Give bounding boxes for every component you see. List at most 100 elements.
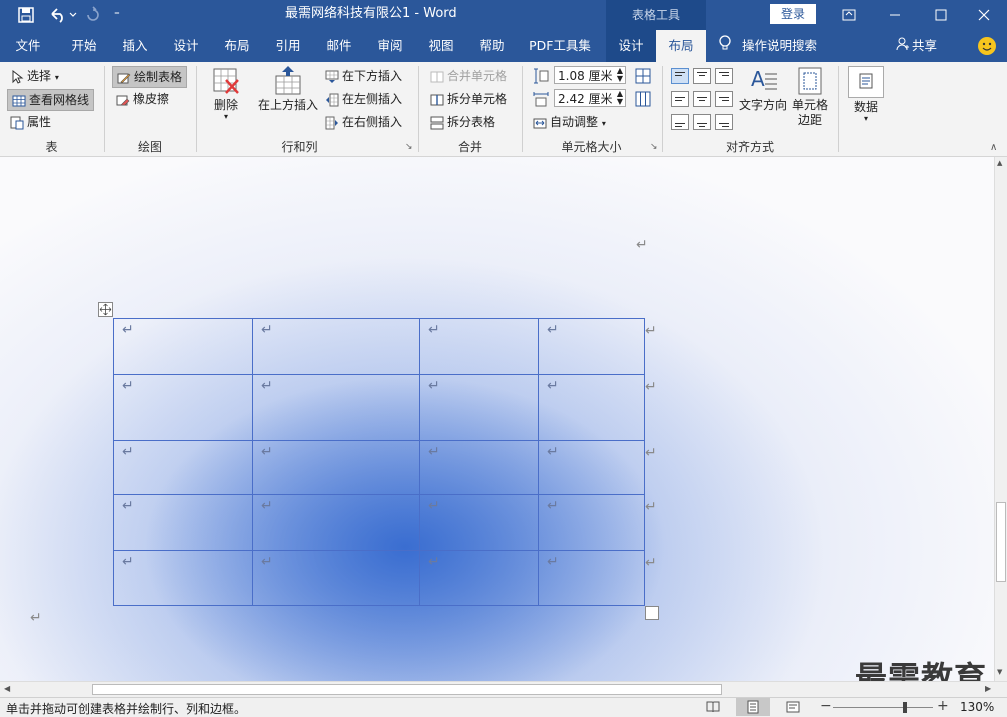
table-cell[interactable]: ↵ bbox=[538, 440, 645, 495]
table-cell[interactable]: ↵ bbox=[538, 374, 645, 441]
table-move-handle-icon[interactable] bbox=[98, 302, 113, 317]
dialog-launcher-icon[interactable]: ↘ bbox=[405, 142, 413, 152]
tab-insert[interactable]: 插入 bbox=[113, 30, 157, 62]
view-gridlines-button[interactable]: 查看网格线 bbox=[7, 89, 95, 111]
tab-file[interactable]: 文件 bbox=[6, 30, 50, 62]
distribute-columns-icon[interactable] bbox=[635, 91, 651, 110]
customize-qat-icon[interactable]: ⁼ bbox=[114, 6, 128, 24]
table-cell[interactable]: ↵ bbox=[252, 318, 420, 375]
column-width-input[interactable]: 2.42 厘米 ▲ ▼ bbox=[554, 89, 626, 107]
align-top-left-button[interactable] bbox=[671, 68, 689, 84]
distribute-rows-icon[interactable] bbox=[635, 68, 651, 87]
text-direction-button[interactable]: A 文字方向 bbox=[736, 66, 790, 113]
tab-table-layout[interactable]: 布局 bbox=[656, 30, 706, 62]
table-cell[interactable]: ↵ bbox=[113, 374, 253, 441]
spin-arrows-icon[interactable]: ▲ ▼ bbox=[617, 90, 623, 106]
horizontal-scrollbar[interactable]: ◀ ▶ bbox=[0, 681, 1007, 697]
table-cell[interactable]: ↵ bbox=[113, 494, 253, 551]
tab-help[interactable]: 帮助 bbox=[470, 30, 514, 62]
document-canvas[interactable]: ↵ ↵ ↵ ↵ ↵ ↵ ↵ ↵ ↵ ↵ ↵ ↵ ↵ ↵ ↵ ↵ ↵ ↵ ↵ ↵ … bbox=[0, 157, 994, 681]
table-cell[interactable]: ↵ bbox=[252, 494, 420, 551]
align-middle-center-button[interactable] bbox=[693, 91, 711, 107]
tell-me-search[interactable]: 操作说明搜索 bbox=[718, 30, 817, 62]
align-middle-left-button[interactable] bbox=[671, 91, 689, 107]
draw-table-button[interactable]: 绘制表格 bbox=[112, 66, 188, 88]
insert-left-button[interactable]: 在左侧插入 bbox=[325, 89, 402, 109]
table-properties-button[interactable]: 属性 bbox=[10, 112, 51, 132]
table-cell[interactable]: ↵ bbox=[419, 374, 539, 441]
read-mode-icon[interactable] bbox=[706, 700, 720, 717]
table-cell[interactable]: ↵ bbox=[113, 550, 253, 606]
table-cell[interactable]: ↵ bbox=[419, 318, 539, 375]
data-button[interactable]: 数据 ▾ bbox=[848, 66, 884, 123]
scroll-up-icon[interactable]: ▲ bbox=[997, 159, 1002, 167]
align-bottom-left-button[interactable] bbox=[671, 114, 689, 130]
table-cell[interactable]: ↵ bbox=[252, 550, 420, 606]
table-resize-handle[interactable] bbox=[645, 606, 659, 620]
zoom-out-button[interactable]: − bbox=[820, 698, 832, 714]
table-cell[interactable]: ↵ bbox=[538, 550, 645, 606]
scroll-right-icon[interactable]: ▶ bbox=[985, 684, 991, 693]
autofit-dropdown[interactable]: 自动调整 ▾ bbox=[533, 112, 606, 132]
table-cell[interactable]: ↵ bbox=[419, 440, 539, 495]
tab-layout[interactable]: 布局 bbox=[215, 30, 259, 62]
web-layout-icon[interactable] bbox=[786, 700, 800, 717]
zoom-slider-thumb[interactable] bbox=[903, 702, 907, 713]
cell-margins-button[interactable]: 单元格 边距 bbox=[790, 66, 830, 128]
table-cell[interactable]: ↵ bbox=[538, 318, 645, 375]
spin-arrows-icon[interactable]: ▲ ▼ bbox=[617, 67, 623, 83]
split-table-button[interactable]: 拆分表格 bbox=[430, 112, 495, 132]
tab-mailings[interactable]: 邮件 bbox=[317, 30, 361, 62]
scroll-thumb[interactable] bbox=[996, 502, 1006, 582]
collapse-ribbon-icon[interactable]: ∧ bbox=[990, 142, 997, 153]
table-cell[interactable]: ↵ bbox=[113, 318, 253, 375]
undo-icon[interactable] bbox=[48, 6, 78, 24]
align-top-center-button[interactable] bbox=[693, 68, 711, 84]
tab-pdf-tools[interactable]: PDF工具集 bbox=[524, 30, 596, 62]
zoom-in-button[interactable]: + bbox=[937, 698, 949, 714]
table-cell[interactable]: ↵ bbox=[419, 550, 539, 606]
insert-below-button[interactable]: 在下方插入 bbox=[325, 66, 402, 86]
minimize-button[interactable] bbox=[872, 0, 918, 30]
zoom-slider[interactable] bbox=[833, 702, 933, 713]
scroll-left-icon[interactable]: ◀ bbox=[4, 684, 10, 693]
tab-home[interactable]: 开始 bbox=[62, 30, 106, 62]
tab-review[interactable]: 审阅 bbox=[368, 30, 412, 62]
delete-button[interactable]: 删除 ▾ bbox=[206, 66, 246, 121]
document-table[interactable]: ↵ ↵ ↵ ↵ ↵ ↵ ↵ ↵ ↵ ↵ ↵ ↵ ↵ ↵ ↵ ↵ ↵ ↵ ↵ ↵ bbox=[113, 318, 645, 606]
smiley-feedback-icon[interactable] bbox=[977, 36, 997, 56]
align-bottom-right-button[interactable] bbox=[715, 114, 733, 130]
align-bottom-center-button[interactable] bbox=[693, 114, 711, 130]
scroll-thumb[interactable] bbox=[92, 684, 722, 695]
close-button[interactable] bbox=[961, 0, 1007, 30]
insert-right-button[interactable]: 在右侧插入 bbox=[325, 112, 402, 132]
vertical-scrollbar[interactable]: ▲ ▼ bbox=[994, 157, 1007, 681]
dialog-launcher-icon[interactable]: ↘ bbox=[650, 142, 658, 152]
table-cell[interactable]: ↵ bbox=[419, 494, 539, 551]
save-icon[interactable] bbox=[18, 7, 34, 23]
table-cell[interactable]: ↵ bbox=[113, 440, 253, 495]
select-dropdown[interactable]: 选择 ▾ bbox=[10, 66, 59, 86]
tab-view[interactable]: 视图 bbox=[419, 30, 463, 62]
eraser-button[interactable]: 橡皮擦 bbox=[116, 89, 169, 109]
ribbon-display-options-icon[interactable] bbox=[826, 0, 872, 30]
row-height-input[interactable]: 1.08 厘米 ▲ ▼ bbox=[554, 66, 626, 84]
maximize-button[interactable] bbox=[918, 0, 964, 30]
table-cell[interactable]: ↵ bbox=[538, 494, 645, 551]
tab-design[interactable]: 设计 bbox=[164, 30, 208, 62]
merge-cells-button[interactable]: 合并单元格 bbox=[430, 66, 507, 86]
print-layout-icon[interactable] bbox=[736, 698, 770, 716]
share-button[interactable]: 共享 bbox=[896, 30, 937, 62]
insert-above-button[interactable]: 在上方插入 bbox=[256, 66, 320, 113]
tab-table-design[interactable]: 设计 bbox=[606, 30, 656, 62]
login-button[interactable]: 登录 bbox=[770, 4, 816, 24]
table-cell[interactable]: ↵ bbox=[252, 374, 420, 441]
align-middle-right-button[interactable] bbox=[715, 91, 733, 107]
redo-icon[interactable] bbox=[84, 6, 102, 24]
split-cells-button[interactable]: 拆分单元格 bbox=[430, 89, 507, 109]
tab-references[interactable]: 引用 bbox=[266, 30, 310, 62]
table-cell[interactable]: ↵ bbox=[252, 440, 420, 495]
zoom-level[interactable]: 130% bbox=[960, 700, 994, 714]
scroll-down-icon[interactable]: ▼ bbox=[997, 668, 1002, 676]
align-top-right-button[interactable] bbox=[715, 68, 733, 84]
